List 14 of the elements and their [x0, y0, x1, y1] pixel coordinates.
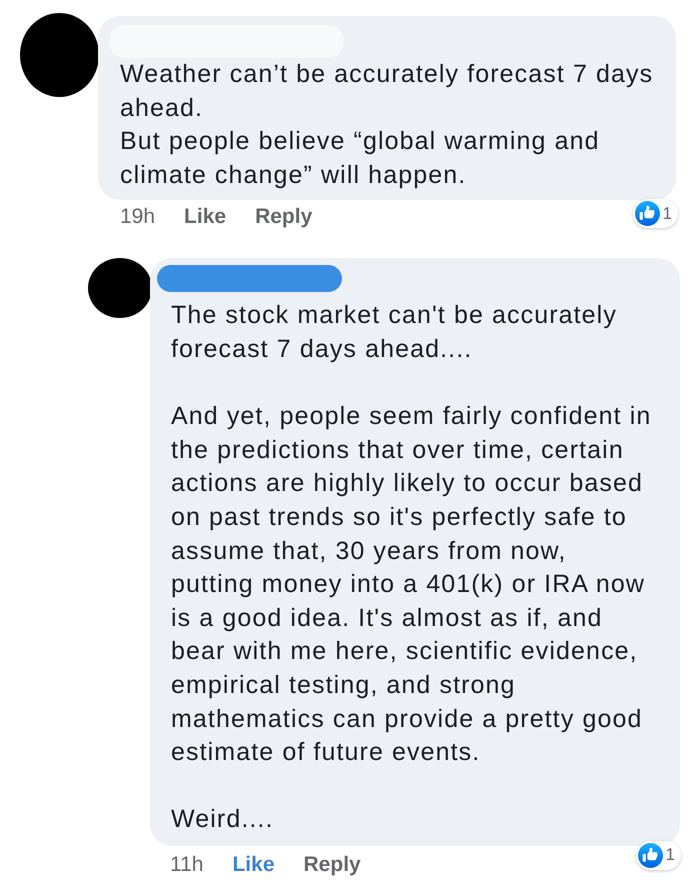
- thumbs-up-icon: [638, 842, 663, 868]
- reply-button[interactable]: Reply: [255, 204, 312, 230]
- reply-button[interactable]: Reply: [304, 852, 361, 878]
- comment-time[interactable]: 19h: [120, 204, 156, 230]
- comment-time[interactable]: 11h: [170, 852, 204, 878]
- reaction-count: 1: [662, 204, 672, 224]
- reaction-count: 1: [666, 845, 675, 866]
- comment-text: The stock market can't be accurately forecast 7 days ahead.... And yet, people seem fairly confident in the predictions that over time, certain actions are highly likely to occur based on past trends so it's perfectly safe to assume that, 30 years from now, putting money into a 401(k) or IRA now is a good idea. It's almost as if, and bear with me here, scientific evidence, empirical testing, and strong mathematics can provide a pretty good estimate of future events. Weird....: [171, 300, 652, 836]
- like-button[interactable]: Like: [232, 852, 275, 878]
- comment-text: Weather can’t be accurately forecast 7 days ahead. But people believe “global warming and climate change” will happen.: [120, 59, 654, 191]
- reaction-badge[interactable]: 1: [636, 840, 681, 870]
- thumbs-up-icon: [634, 201, 660, 226]
- like-button[interactable]: Like: [184, 204, 226, 230]
- reaction-badge[interactable]: 1: [632, 199, 678, 228]
